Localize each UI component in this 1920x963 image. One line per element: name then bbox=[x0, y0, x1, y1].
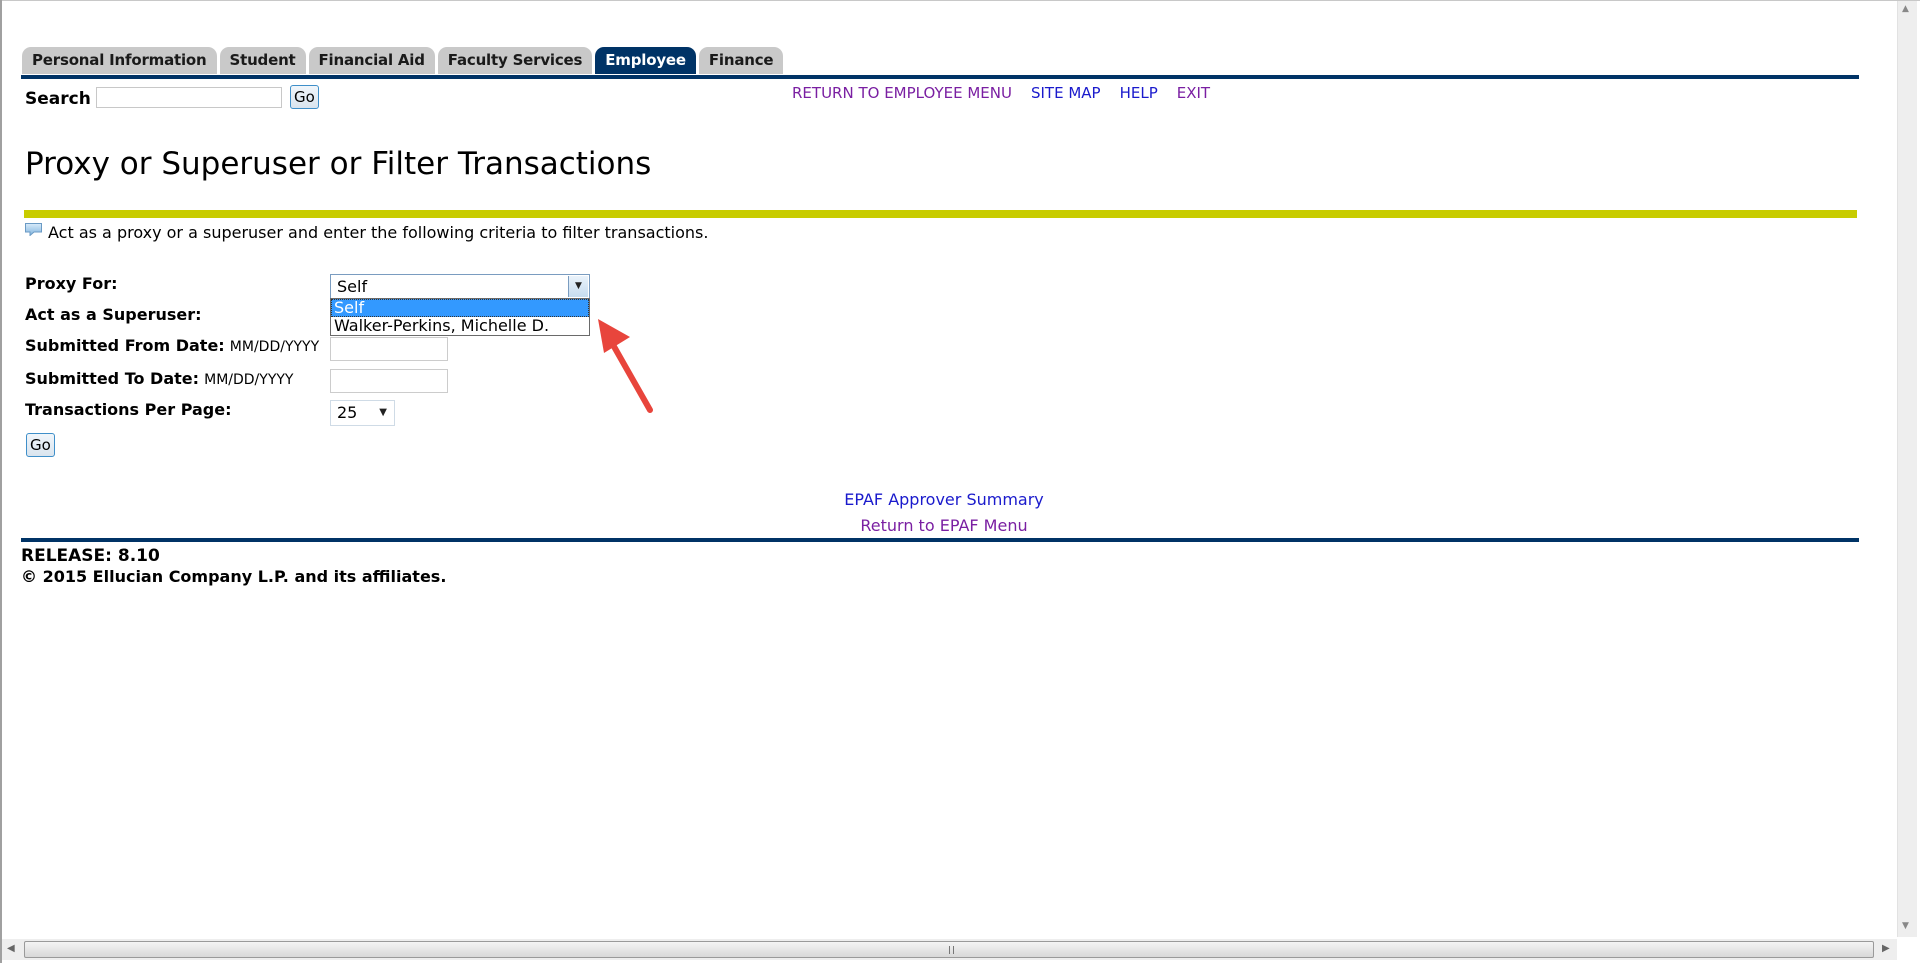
tab-student[interactable]: Student bbox=[219, 47, 306, 74]
scroll-left-icon[interactable]: ◀ bbox=[7, 943, 15, 954]
tab-financial-aid[interactable]: Financial Aid bbox=[308, 47, 435, 74]
per-page-value: 25 bbox=[337, 403, 358, 422]
footer-divider bbox=[21, 538, 1859, 542]
from-date-input[interactable] bbox=[330, 337, 448, 361]
copyright-text: © 2015 Ellucian Company L.P. and its aff… bbox=[21, 567, 447, 586]
main-tabs: Personal Information Student Financial A… bbox=[22, 46, 786, 74]
proxy-for-label: Proxy For: bbox=[25, 274, 118, 293]
scroll-right-icon[interactable]: ▶ bbox=[1882, 943, 1890, 954]
search-go-button[interactable]: Go bbox=[290, 85, 319, 109]
tab-finance[interactable]: Finance bbox=[698, 47, 784, 74]
return-to-epaf-menu-link[interactable]: Return to EPAF Menu bbox=[860, 516, 1027, 535]
title-divider bbox=[24, 210, 1857, 218]
per-page-select[interactable]: 25 ▼ bbox=[330, 400, 395, 426]
tab-faculty-services[interactable]: Faculty Services bbox=[437, 47, 593, 74]
window-frame-top bbox=[0, 0, 1920, 1]
vertical-scrollbar[interactable]: ▲ ▼ bbox=[1897, 1, 1917, 937]
option-self[interactable]: Self bbox=[331, 299, 589, 317]
epaf-approver-summary-link[interactable]: EPAF Approver Summary bbox=[844, 490, 1044, 509]
info-text: Act as a proxy or a superuser and enter … bbox=[48, 223, 709, 242]
search-input[interactable] bbox=[96, 87, 282, 108]
to-date-label-group: Submitted To Date: MM/DD/YYYY bbox=[25, 369, 293, 388]
top-links: RETURN TO EMPLOYEE MENU SITE MAP HELP EX… bbox=[792, 84, 1210, 102]
info-speech-bubble-icon bbox=[25, 223, 42, 236]
header-divider bbox=[21, 75, 1859, 79]
from-date-hint: MM/DD/YYYY bbox=[229, 339, 320, 355]
horizontal-scrollbar[interactable]: ◀ ▶ bbox=[2, 939, 1897, 960]
superuser-label: Act as a Superuser: bbox=[25, 305, 202, 324]
option-walker-perkins[interactable]: Walker-Perkins, Michelle D. bbox=[331, 317, 589, 335]
to-date-hint: MM/DD/YYYY bbox=[204, 372, 294, 388]
proxy-for-select[interactable]: Self ▼ bbox=[330, 274, 590, 299]
return-to-employee-menu-link[interactable]: RETURN TO EMPLOYEE MENU bbox=[792, 84, 1012, 102]
epaf-approver-summary-wrap: EPAF Approver Summary bbox=[0, 490, 1888, 509]
search-label: Search bbox=[25, 89, 91, 109]
scroll-up-icon[interactable]: ▲ bbox=[1902, 4, 1909, 14]
submit-go-button[interactable]: Go bbox=[26, 433, 55, 457]
tab-personal-information[interactable]: Personal Information bbox=[22, 47, 217, 74]
to-date-input[interactable] bbox=[330, 369, 448, 393]
window-frame-left bbox=[0, 0, 2, 963]
scroll-down-icon[interactable]: ▼ bbox=[1902, 921, 1909, 931]
from-date-label: Submitted From Date: bbox=[25, 336, 225, 355]
help-link[interactable]: HELP bbox=[1120, 84, 1158, 102]
exit-link[interactable]: EXIT bbox=[1177, 84, 1210, 102]
horizontal-scroll-thumb[interactable] bbox=[24, 941, 1874, 958]
annotation-arrow-icon bbox=[598, 319, 653, 413]
scroll-grip-icon bbox=[949, 946, 954, 954]
tab-employee[interactable]: Employee bbox=[595, 47, 696, 74]
return-epaf-menu-wrap: Return to EPAF Menu bbox=[0, 516, 1888, 535]
dropdown-arrow-icon[interactable]: ▼ bbox=[568, 276, 588, 297]
per-page-label: Transactions Per Page: bbox=[25, 400, 232, 419]
per-page-arrow-icon: ▼ bbox=[379, 407, 387, 418]
site-map-link[interactable]: SITE MAP bbox=[1031, 84, 1101, 102]
page-title: Proxy or Superuser or Filter Transaction… bbox=[25, 146, 652, 182]
from-date-label-group: Submitted From Date: MM/DD/YYYY bbox=[25, 336, 319, 355]
proxy-for-options: Self Walker-Perkins, Michelle D. bbox=[330, 298, 590, 336]
proxy-for-value: Self bbox=[337, 277, 368, 296]
release-version: RELEASE: 8.10 bbox=[21, 546, 160, 566]
to-date-label: Submitted To Date: bbox=[25, 369, 200, 388]
